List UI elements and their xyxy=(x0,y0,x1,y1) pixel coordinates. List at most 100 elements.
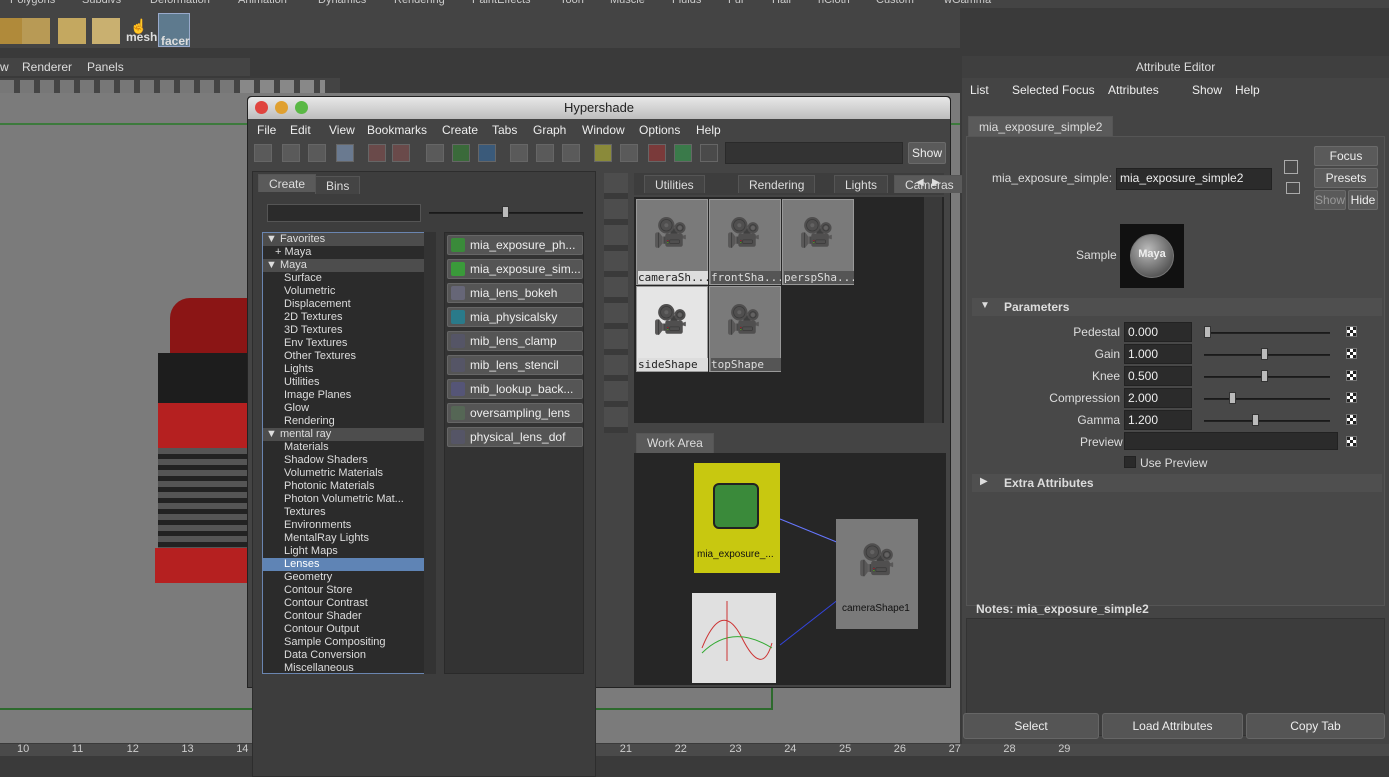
tree-item[interactable]: Contour Store xyxy=(263,584,435,597)
parameters-section-header[interactable]: ▼ Parameters xyxy=(972,298,1382,316)
tab-create[interactable]: Create xyxy=(258,174,317,192)
camera-swatch[interactable]: 🎥 frontSha... xyxy=(709,199,781,285)
slider-handle[interactable] xyxy=(1251,414,1259,426)
select-input-icon[interactable] xyxy=(1284,160,1298,174)
tree-item[interactable]: Contour Contrast xyxy=(263,597,435,610)
show-button[interactable]: Show xyxy=(908,142,946,164)
tree-item[interactable]: Data Conversion xyxy=(263,649,435,662)
tab-node[interactable]: mia_exposure_simple2 xyxy=(968,116,1114,136)
tree-item[interactable]: Sample Compositing xyxy=(263,636,435,649)
show-button-ae[interactable]: Show xyxy=(1314,190,1346,210)
tab-cameras[interactable]: Cameras xyxy=(894,175,965,193)
load-attributes-button[interactable]: Load Attributes xyxy=(1102,713,1243,739)
tree-item[interactable]: Miscellaneous xyxy=(263,662,435,673)
tab-work-area[interactable]: Work Area xyxy=(636,433,714,453)
hide-button[interactable]: Hide xyxy=(1348,190,1378,210)
node-button[interactable]: mia_physicalsky xyxy=(447,307,583,327)
param-field-compression[interactable]: 2.000 xyxy=(1124,388,1192,408)
tree-item[interactable]: Textures xyxy=(263,506,435,519)
tree-item[interactable]: Surface xyxy=(263,272,435,285)
shelf-tab-rendering[interactable]: Rendering xyxy=(394,0,445,6)
tab-rendering[interactable]: Rendering xyxy=(738,175,816,193)
shelf-tool-icon[interactable] xyxy=(58,18,86,44)
ae-menu-help[interactable]: Help xyxy=(1235,83,1260,97)
toolbar-icon[interactable] xyxy=(392,144,410,162)
tree-item[interactable]: MentalRay Lights xyxy=(263,532,435,545)
camera-swatch[interactable]: 🎥 sideShape xyxy=(636,286,708,372)
toolbar-icon[interactable] xyxy=(452,144,470,162)
menu-help[interactable]: Help xyxy=(696,123,721,137)
map-button-icon[interactable] xyxy=(1346,348,1357,359)
map-button-icon[interactable] xyxy=(1346,370,1357,381)
tree-item[interactable]: 3D Textures xyxy=(263,324,435,337)
facer-shelf-button[interactable]: facer xyxy=(158,13,190,48)
ae-menu-selected[interactable]: Selected xyxy=(1012,83,1059,97)
select-output-icon[interactable] xyxy=(1286,182,1300,194)
menu-options[interactable]: Options xyxy=(639,123,680,137)
param-field-gain[interactable]: 1.000 xyxy=(1124,344,1192,364)
shelf-tab-fur[interactable]: Fur xyxy=(728,0,745,6)
tree-item[interactable]: Volumetric xyxy=(263,285,435,298)
sidebar-icon-strip[interactable] xyxy=(604,173,628,433)
camera-swatch[interactable]: 🎥 topShape xyxy=(709,286,781,372)
mesh-shelf-button[interactable]: ☝ mesh xyxy=(126,18,157,44)
tree-item[interactable]: ▼ Maya xyxy=(263,259,435,272)
viewport-menu-renderer[interactable]: Renderer xyxy=(22,60,72,74)
shelf-tab-animation[interactable]: Animation xyxy=(238,0,287,6)
toolbar-icon[interactable] xyxy=(336,144,354,162)
shelf-tab-painteffects[interactable]: PaintEffects xyxy=(472,0,531,6)
shelf-tab-wgamma[interactable]: wGamma xyxy=(944,0,991,6)
tree-item[interactable]: Other Textures xyxy=(263,350,435,363)
hypershade-titlebar[interactable]: Hypershade xyxy=(248,97,950,119)
toolbar-icon[interactable] xyxy=(426,144,444,162)
tree-scrollbar[interactable] xyxy=(424,232,436,674)
slider-handle[interactable] xyxy=(1260,370,1268,382)
close-icon[interactable] xyxy=(255,101,268,114)
tree-item[interactable]: Glow xyxy=(263,402,435,415)
tree-item[interactable]: Shadow Shaders xyxy=(263,454,435,467)
ae-menu-list[interactable]: List xyxy=(970,83,989,97)
toolbar-icon[interactable] xyxy=(700,144,718,162)
work-area-graph[interactable]: mia_exposure_... 🎥 cameraShape1 xyxy=(634,453,946,685)
shelf-tool-icon[interactable] xyxy=(22,18,50,44)
node-button[interactable]: mia_exposure_sim... xyxy=(447,259,583,279)
viewport-tool-icons[interactable] xyxy=(0,80,240,94)
node-button[interactable]: mia_lens_bokeh xyxy=(447,283,583,303)
swatch-scrollbar[interactable] xyxy=(924,197,942,423)
toolbar-icon[interactable] xyxy=(368,144,386,162)
preview-field[interactable] xyxy=(1124,432,1338,450)
copy-tab-button[interactable]: Copy Tab xyxy=(1246,713,1385,739)
camera-swatch[interactable]: 🎥 cameraSh... xyxy=(636,199,708,285)
viewport-menu-view[interactable]: w xyxy=(0,60,9,74)
sample-swatch[interactable]: Maya xyxy=(1120,224,1184,288)
tree-item[interactable]: 2D Textures xyxy=(263,311,435,324)
tree-item[interactable]: Displacement xyxy=(263,298,435,311)
shelf-tab-toon[interactable]: Toon xyxy=(560,0,584,6)
toolbar-icon[interactable] xyxy=(648,144,666,162)
ae-menu-attributes[interactable]: Attributes xyxy=(1108,83,1159,97)
tree-item[interactable]: Lights xyxy=(263,363,435,376)
tree-item[interactable]: Rendering xyxy=(263,415,435,428)
slider-handle[interactable] xyxy=(1204,326,1211,338)
node-button[interactable]: oversampling_lens xyxy=(447,403,583,423)
shelf-tab-subdivs[interactable]: Subdivs xyxy=(82,0,121,6)
tree-item[interactable]: ▼ mental ray xyxy=(263,428,435,441)
menu-window[interactable]: Window xyxy=(582,123,625,137)
tree-item[interactable]: Environments xyxy=(263,519,435,532)
menu-create[interactable]: Create xyxy=(442,123,478,137)
tree-item[interactable]: ▼ Favorites xyxy=(263,233,435,246)
shelf-tool-icon[interactable] xyxy=(92,18,120,44)
tree-item[interactable]: Utilities xyxy=(263,376,435,389)
shelf-tab-polygons[interactable]: Polygons xyxy=(10,0,55,6)
toolbar-icon[interactable] xyxy=(620,144,638,162)
menu-graph[interactable]: Graph xyxy=(533,123,566,137)
toolbar-icon[interactable] xyxy=(254,144,272,162)
tree-item[interactable]: Photonic Materials xyxy=(263,480,435,493)
map-button-icon[interactable] xyxy=(1346,392,1357,403)
camera-swatch[interactable]: 🎥 perspSha... xyxy=(782,199,854,285)
shelf-tab-ncloth[interactable]: nCloth xyxy=(818,0,850,6)
node-category-tree[interactable]: ▼ Favorites + Maya ▼ Maya Surface Volumetric… xyxy=(262,232,436,674)
preview-map-icon[interactable] xyxy=(1346,436,1357,447)
timeline[interactable]: 1011121314151617181920212223242526272829 xyxy=(0,743,1389,756)
slider-handle[interactable] xyxy=(1260,348,1268,360)
